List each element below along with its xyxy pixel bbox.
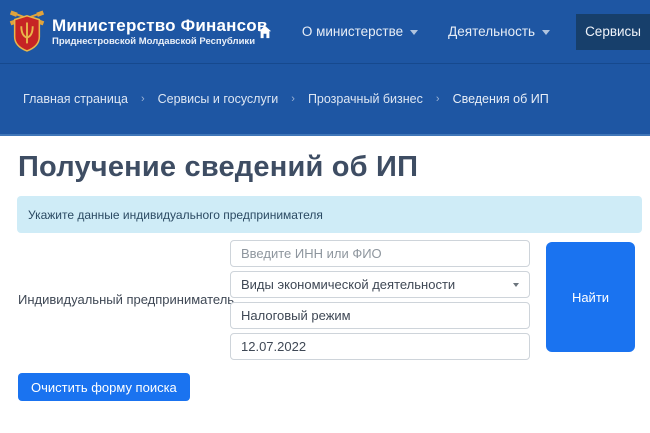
entrepreneur-form-label: Индивидуальный предприниматель (18, 292, 234, 307)
nav-services-label: Сервисы (585, 24, 641, 39)
breadcrumb-services[interactable]: Сервисы и госуслуги (158, 92, 279, 106)
site-header: Министерство Финансов Приднестровской Мо… (0, 0, 650, 63)
nav-services-active[interactable]: Сервисы (576, 14, 650, 50)
nav-activity-label: Деятельность (448, 24, 535, 39)
breadcrumb-current-page: Сведения об ИП (453, 92, 549, 106)
page-title: Получение сведений об ИП (18, 151, 418, 184)
breadcrumb-home[interactable]: Главная страница (23, 92, 128, 106)
nav-activity[interactable]: Деятельность (448, 24, 550, 39)
search-button[interactable]: Найти (546, 242, 635, 352)
nav-about-ministry[interactable]: О министерстве (302, 24, 418, 39)
tax-regime-input[interactable] (230, 302, 530, 329)
breadcrumb: Главная страница › Сервисы и госуслуги ›… (0, 63, 650, 136)
brand-text: Министерство Финансов Приднестровской Мо… (52, 16, 268, 47)
brand[interactable]: Министерство Финансов Приднестровской Мо… (8, 8, 268, 54)
clear-form-button[interactable]: Очистить форму поиска (18, 373, 190, 401)
hint-banner: Укажите данные индивидуального предприни… (17, 196, 642, 233)
breadcrumb-separator-icon: › (291, 93, 295, 105)
breadcrumb-separator-icon: › (436, 93, 440, 105)
select-caret-icon (513, 283, 519, 287)
ministry-coat-of-arms-icon (8, 8, 46, 54)
breadcrumb-transparent-business[interactable]: Прозрачный бизнес (308, 92, 423, 106)
economic-activity-selected-value: Виды экономической деятельности (241, 277, 455, 292)
search-fields: Виды экономической деятельности (230, 240, 530, 364)
breadcrumb-separator-icon: › (141, 93, 145, 105)
page: Министерство Финансов Приднестровской Мо… (0, 0, 650, 433)
main-nav: О министерстве Деятельность Сервисы (258, 0, 650, 63)
hint-text: Укажите данные индивидуального предприни… (28, 208, 323, 222)
home-icon (258, 25, 272, 39)
nav-home-button[interactable] (258, 25, 272, 39)
economic-activity-select[interactable]: Виды экономической деятельности (230, 271, 530, 298)
date-input[interactable] (230, 333, 530, 360)
chevron-down-icon (542, 30, 550, 35)
inn-or-name-input[interactable] (230, 240, 530, 267)
brand-title: Министерство Финансов (52, 16, 268, 35)
chevron-down-icon (410, 30, 418, 35)
brand-subtitle: Приднестровской Молдавской Республики (52, 36, 268, 47)
nav-about-label: О министерстве (302, 24, 403, 39)
